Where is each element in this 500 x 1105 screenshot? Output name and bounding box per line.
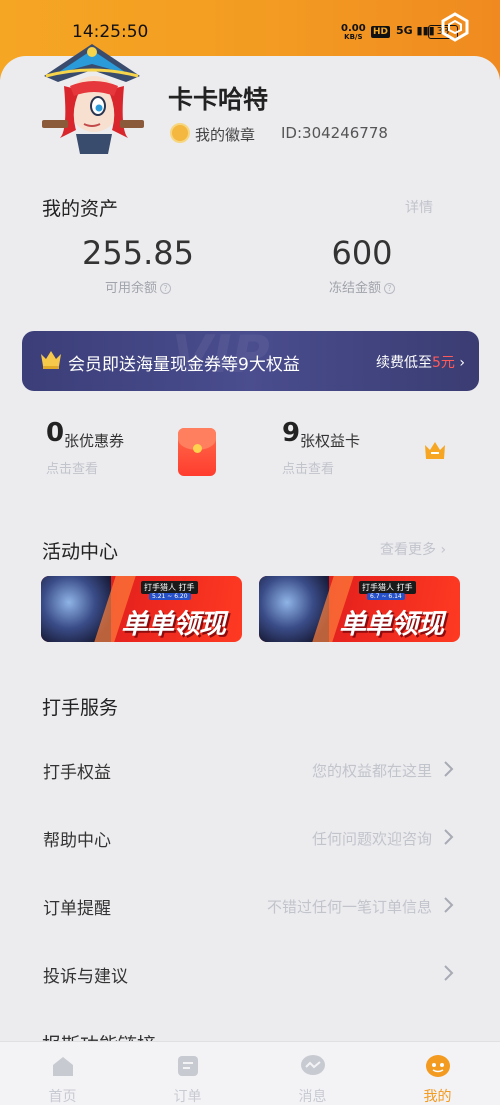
tab-profile[interactable]: 我的	[375, 1042, 500, 1105]
net-speed: 0.00 KB/S	[341, 24, 366, 42]
service-row-help[interactable]: 帮助中心 任何问题欢迎咨询	[0, 818, 500, 858]
vip-promo-text: 会员即送海量现金券等9大权益	[68, 355, 300, 375]
assets-details-link[interactable]: 详情	[405, 197, 433, 217]
benefit-crown-icon[interactable]	[424, 440, 446, 460]
help-icon[interactable]: ?	[384, 283, 395, 294]
service-row-hint: 您的权益都在这里	[311, 762, 432, 780]
chevron-right-icon	[444, 897, 454, 913]
profile-icon	[426, 1055, 450, 1077]
chevron-right-icon	[444, 965, 454, 981]
vip-banner[interactable]: VIP 会员即送海量现金券等9大权益 续费低至5元 ›	[22, 331, 479, 391]
banner-slogan: 单单领现金	[121, 609, 226, 640]
service-row-label: 帮助中心	[43, 831, 111, 851]
red-packet-icon[interactable]	[178, 428, 216, 476]
service-row-order-reminder[interactable]: 订单提醒 不错过任何一笔订单信息	[0, 886, 500, 926]
vip-renew-link[interactable]: 续费低至5元 ›	[376, 352, 465, 372]
hd-badge: HD	[371, 26, 391, 38]
assets-title: 我的资产	[42, 198, 119, 220]
service-row-label: 投诉与建议	[43, 967, 128, 987]
signal-label: 5G	[396, 24, 413, 37]
vip-renew-prefix: 续费低至	[376, 355, 433, 371]
tab-label: 订单	[173, 1089, 202, 1105]
hexagon-app-icon[interactable]	[440, 12, 470, 42]
bottom-tab-bar: 首页 订单 消息 我的	[0, 1041, 500, 1105]
service-row-feedback[interactable]: 投诉与建议	[0, 954, 500, 994]
coupon-count[interactable]: 0	[46, 418, 64, 448]
service-row-hint: 不错过任何一笔订单信息	[266, 898, 432, 916]
coupon-unit[interactable]: 张优惠券	[64, 430, 124, 451]
frozen-amount-label: 冻结金额?	[262, 277, 462, 296]
tab-label: 我的	[423, 1089, 452, 1105]
message-icon	[301, 1055, 325, 1075]
tab-orders[interactable]: 订单	[125, 1042, 250, 1105]
activity-more-label: 查看更多	[380, 542, 436, 558]
tab-home[interactable]: 首页	[0, 1042, 125, 1105]
service-row-label: 订单提醒	[43, 899, 111, 919]
activity-banner-2[interactable]: 打手猎人 打手 6.7 ~ 6.14 单单领现金	[259, 576, 460, 642]
available-balance-label: 可用余额?	[38, 277, 238, 296]
available-balance-label-text: 可用余额	[104, 281, 157, 296]
net-speed-unit: KB/S	[344, 33, 363, 41]
chevron-right-icon	[444, 761, 454, 777]
service-row-hint: 任何问题欢迎咨询	[311, 830, 432, 848]
banner-dates: 6.7 ~ 6.14	[367, 593, 405, 600]
activity-title: 活动中心	[42, 541, 119, 563]
chevron-right-icon	[444, 829, 454, 845]
net-speed-value: 0.00	[341, 23, 366, 34]
badge-icon[interactable]	[170, 123, 190, 143]
username[interactable]: 卡卡哈特	[168, 80, 268, 116]
available-balance-value[interactable]: 255.85	[38, 234, 238, 272]
service-row-label: 打手权益	[43, 763, 111, 783]
avatar[interactable]	[36, 30, 148, 154]
services-title: 打手服务	[42, 697, 119, 719]
badge-label[interactable]: 我的徽章	[195, 124, 255, 145]
crown-icon	[41, 351, 61, 369]
frozen-amount-label-text: 冻结金额	[328, 281, 381, 296]
help-icon[interactable]: ?	[160, 283, 171, 294]
benefit-tap-view[interactable]: 点击查看	[282, 458, 334, 477]
chevron-right-icon: ›	[440, 542, 447, 558]
service-row-benefits[interactable]: 打手权益 您的权益都在这里	[0, 750, 500, 790]
order-icon	[178, 1056, 198, 1076]
vip-renew-price: 5元	[432, 355, 455, 371]
activity-more-link[interactable]: 查看更多 ›	[380, 539, 446, 559]
banner-dates: 5.21 ~ 6.20	[149, 593, 191, 600]
banner-slogan: 单单领现金	[339, 609, 444, 640]
tab-messages[interactable]: 消息	[250, 1042, 375, 1105]
home-icon	[53, 1057, 73, 1076]
benefit-card-count[interactable]: 9	[282, 418, 300, 448]
user-id: ID:304246778	[281, 124, 388, 142]
activity-banner-1[interactable]: 打手猎人 打手 5.21 ~ 6.20 单单领现金	[41, 576, 242, 642]
coupon-tap-view[interactable]: 点击查看	[46, 458, 98, 477]
tab-label: 消息	[298, 1089, 327, 1105]
frozen-amount-value[interactable]: 600	[262, 234, 462, 272]
tab-label: 首页	[48, 1089, 77, 1105]
red-packet-seal	[193, 444, 202, 453]
benefit-card-unit[interactable]: 张权益卡	[300, 430, 360, 451]
chevron-right-icon: ›	[459, 355, 465, 371]
